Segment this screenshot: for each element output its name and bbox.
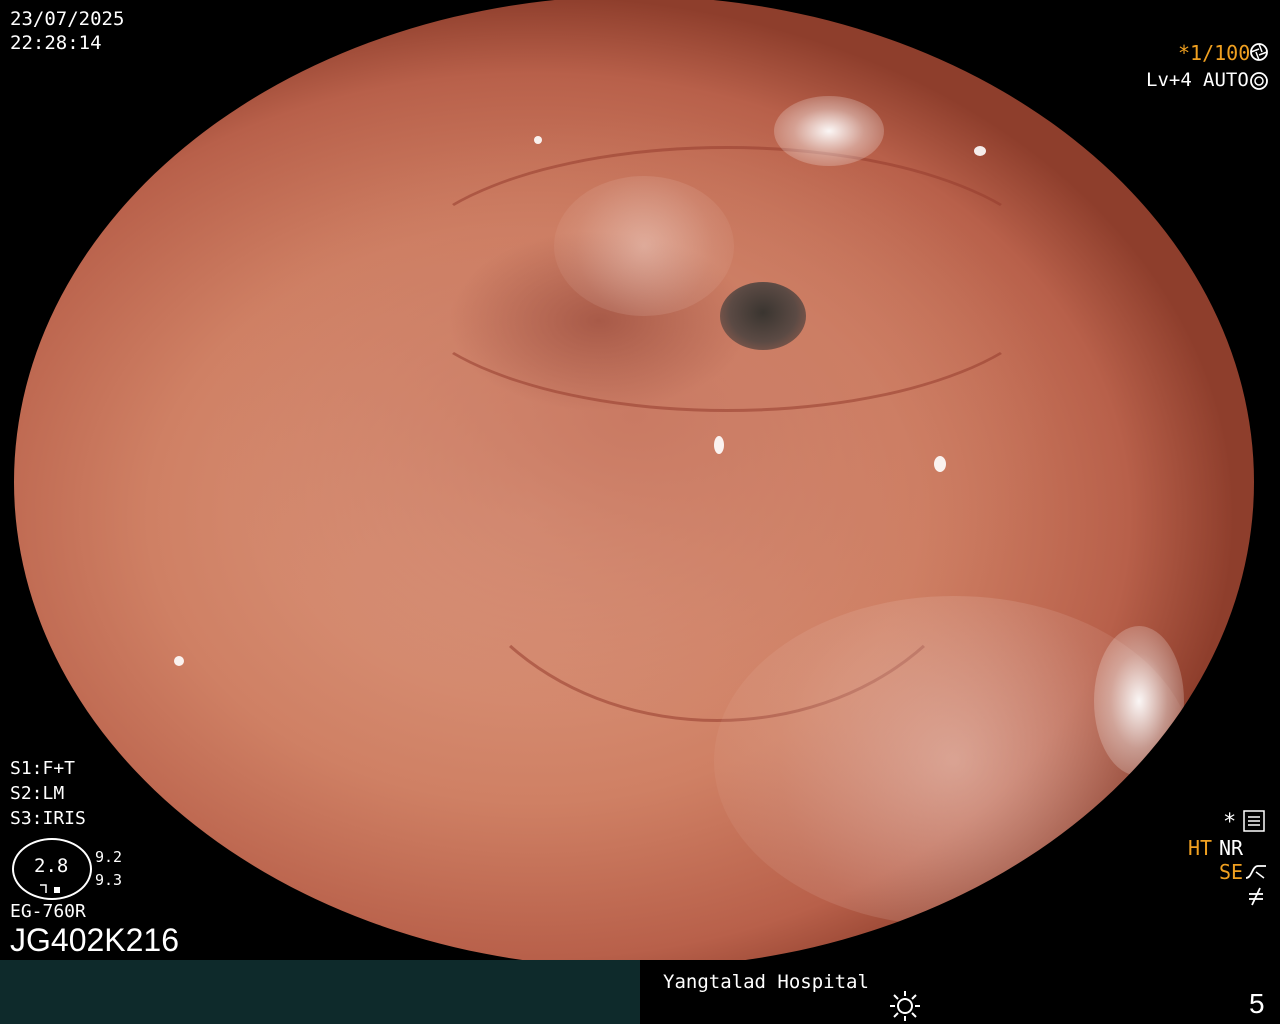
s1-setting: S1:F+T xyxy=(10,758,76,779)
s3-setting: S3:IRIS xyxy=(10,808,86,829)
shutter-readout: *1/100 xyxy=(1178,41,1251,65)
light-glare xyxy=(1094,626,1184,776)
time-readout: 22:28:14 xyxy=(10,32,102,54)
nr-indicator: NR xyxy=(1219,836,1244,860)
lumen-opening xyxy=(720,282,806,350)
light-glare xyxy=(774,96,884,166)
specular-reflection xyxy=(174,656,184,666)
asterisk-indicator: * xyxy=(1223,810,1237,835)
date-readout: 23/07/2025 xyxy=(10,8,125,30)
aperture-icon xyxy=(1250,43,1268,61)
gauge-right-bottom: 9.3 xyxy=(95,871,123,889)
specular-reflection xyxy=(974,146,986,156)
specular-reflection xyxy=(534,136,542,144)
endoscope-view xyxy=(14,0,1254,968)
mucus-bubbles xyxy=(554,176,734,316)
not-equal-icon xyxy=(1249,887,1263,906)
se-indicator: SE xyxy=(1219,860,1244,884)
light-level-readout: Lv+4 xyxy=(1146,69,1192,91)
s2-setting: S2:LM xyxy=(10,783,65,804)
gauge-value: 2.8 xyxy=(34,855,69,877)
se-curve-icon xyxy=(1245,865,1266,879)
settings-list-icon xyxy=(1243,810,1265,832)
sun-icon xyxy=(890,991,920,1021)
scope-model: EG-760R xyxy=(10,901,86,922)
hospital-name: Yangtalad Hospital xyxy=(663,971,869,993)
ht-indicator: HT xyxy=(1188,836,1213,860)
specular-reflection xyxy=(934,456,946,472)
iris-icon xyxy=(1250,72,1268,90)
exposure-mode-readout: AUTO xyxy=(1203,69,1249,91)
image-number: 5 xyxy=(1249,988,1265,1019)
gauge-marker-icon xyxy=(40,884,60,893)
scope-serial: JG402K216 xyxy=(10,922,180,958)
specular-reflection xyxy=(714,436,724,454)
gauge-right-top: 9.2 xyxy=(95,848,123,866)
